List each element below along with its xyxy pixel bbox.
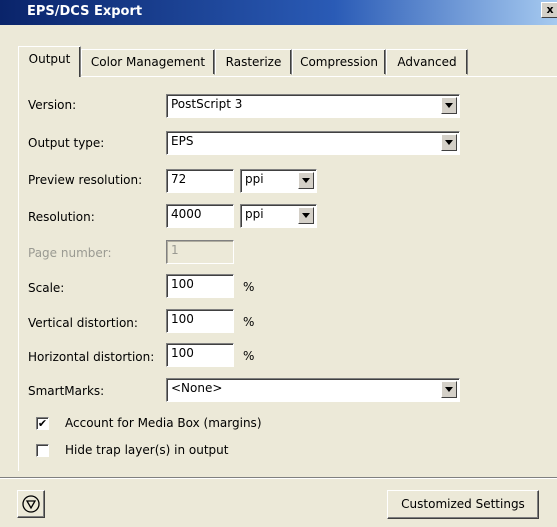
account-media-box-label: Account for Media Box (margins) — [65, 416, 262, 430]
smartmarks-value: <None> — [171, 381, 223, 395]
page-number-label: Page number: — [28, 246, 112, 260]
hide-trap-layers-checkbox[interactable] — [36, 444, 49, 457]
scale-label: Scale: — [28, 281, 65, 295]
close-button[interactable]: x — [541, 2, 557, 18]
preview-resolution-unit-select[interactable]: ppi — [240, 169, 317, 193]
tab-rasterize[interactable]: Rasterize — [215, 49, 292, 75]
vertical-distortion-unit: % — [243, 315, 255, 329]
preview-resolution-unit-value: ppi — [245, 172, 264, 186]
window-title: EPS/DCS Export — [27, 4, 143, 19]
chevron-down-icon[interactable] — [298, 207, 314, 224]
chevron-down-icon[interactable] — [298, 172, 314, 189]
account-media-box-checkbox[interactable]: ✔ — [36, 417, 49, 430]
tab-advanced[interactable]: Advanced — [386, 49, 468, 75]
output-type-value: EPS — [171, 134, 194, 148]
chevron-down-icon[interactable] — [441, 381, 457, 398]
tab-compression[interactable]: Compression — [292, 49, 386, 75]
customized-settings-button[interactable]: Customized Settings — [387, 490, 539, 519]
chevron-down-icon[interactable] — [441, 134, 457, 151]
output-type-label: Output type: — [28, 136, 105, 150]
smartmarks-select[interactable]: <None> — [166, 378, 460, 402]
resolution-unit-select[interactable]: ppi — [240, 204, 317, 228]
preview-resolution-input[interactable]: 72 — [166, 169, 234, 193]
chevron-down-icon[interactable] — [441, 97, 457, 114]
help-icon — [22, 495, 40, 513]
horizontal-distortion-label: Horizontal distortion: — [28, 350, 155, 364]
page-number-input: 1 — [166, 240, 234, 264]
tab-color-management[interactable]: Color Management — [81, 49, 215, 75]
vertical-distortion-input[interactable]: 100 — [166, 309, 234, 333]
smartmarks-label: SmartMarks: — [28, 384, 105, 398]
resolution-label: Resolution: — [28, 210, 95, 224]
tab-output[interactable]: Output — [18, 46, 81, 77]
version-label: Version: — [28, 98, 77, 112]
help-button[interactable] — [17, 490, 45, 518]
hide-trap-layers-label: Hide trap layer(s) in output — [65, 443, 229, 457]
scale-unit: % — [243, 280, 255, 294]
resolution-unit-value: ppi — [245, 207, 264, 221]
version-value: PostScript 3 — [171, 97, 243, 111]
footer-divider — [0, 477, 557, 479]
title-bar: EPS/DCS Export x — [0, 0, 557, 25]
horizontal-distortion-unit: % — [243, 349, 255, 363]
output-type-select[interactable]: EPS — [166, 131, 460, 155]
resolution-input[interactable]: 4000 — [166, 204, 234, 228]
preview-resolution-label: Preview resolution: — [28, 173, 143, 187]
vertical-distortion-label: Vertical distortion: — [28, 316, 138, 330]
horizontal-distortion-input[interactable]: 100 — [166, 343, 234, 367]
scale-input[interactable]: 100 — [166, 274, 234, 298]
version-select[interactable]: PostScript 3 — [166, 94, 460, 118]
